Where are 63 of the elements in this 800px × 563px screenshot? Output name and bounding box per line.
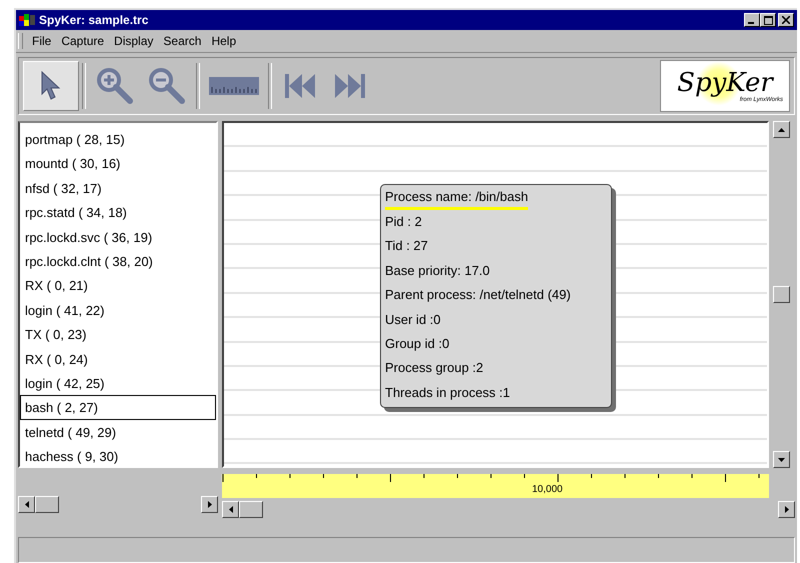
zoom-out-icon (147, 66, 187, 106)
process-item[interactable]: nfsd ( 32, 17) (20, 176, 216, 200)
scroll-thumb[interactable] (239, 501, 263, 518)
zoom-in-icon (95, 66, 135, 106)
scroll-left-button[interactable] (18, 496, 35, 513)
tooltip-title: Process name: /bin/bash (385, 187, 528, 210)
menu-item[interactable]: File (31, 34, 52, 48)
process-item[interactable]: RX ( 0, 21) (20, 273, 216, 298)
up-arrow-icon (778, 128, 785, 132)
right-arrow-icon (784, 506, 788, 513)
process-item[interactable]: rpc.statd ( 34, 18) (20, 200, 216, 225)
down-arrow-icon (778, 458, 785, 462)
tooltip-line: Parent process: /net/telnetd (49) (385, 286, 572, 304)
left-arrow-icon (228, 506, 232, 513)
tooltip-line: Threads in process :1 (385, 384, 512, 402)
menu-item[interactable]: Help (210, 34, 238, 48)
tooltip-line: Tid : 27 (385, 237, 429, 256)
tooltip-line: Process group :2 (385, 359, 484, 378)
tooltip-line: Group id :0 (385, 335, 450, 354)
menu-item[interactable]: Capture (60, 34, 106, 48)
scroll-thumb[interactable] (35, 496, 59, 513)
maximize-icon (764, 16, 772, 24)
ruler-label: 10,000 (532, 484, 563, 495)
tooltip-line: Base priority: 17.0 (385, 262, 491, 280)
menu-item[interactable]: Display (113, 34, 154, 48)
scroll-thumb[interactable] (773, 286, 790, 303)
menu-item[interactable]: Search (162, 34, 202, 48)
window-title: SpyKer: sample.trc (39, 13, 148, 27)
menu-grip (18, 33, 23, 49)
pointer-icon (40, 71, 62, 101)
maximize-button[interactable] (760, 13, 776, 27)
close-icon (782, 16, 790, 24)
process-item[interactable]: mountd ( 30, 16) (20, 151, 216, 176)
left-arrow-icon (24, 501, 28, 508)
process-item[interactable]: TX ( 0, 23) (20, 322, 216, 347)
process-item[interactable]: RX ( 0, 24) (20, 346, 216, 371)
scroll-right-button[interactable] (778, 501, 795, 518)
tooltip-line: User id :0 (385, 310, 442, 329)
process-item[interactable]: rpc.lockd.svc ( 36, 19) (20, 224, 216, 249)
minimize-button[interactable] (744, 13, 760, 27)
horizontal-scrollbar[interactable] (18, 496, 218, 513)
process-item[interactable]: login ( 41, 22) (20, 298, 216, 322)
skip-back-icon (284, 72, 316, 100)
scroll-up-button[interactable] (773, 121, 790, 138)
horizontal-scrollbar[interactable] (222, 501, 795, 518)
process-item[interactable]: hachess ( 9, 30) (20, 444, 216, 468)
skip-forward-icon (334, 72, 366, 100)
right-arrow-icon (208, 501, 212, 508)
logo-name: SpyKer (677, 69, 773, 97)
process-item[interactable]: portmap ( 28, 15) (20, 127, 216, 152)
close-button[interactable] (778, 13, 794, 27)
tooltip-line: Pid : 2 (385, 213, 423, 231)
scroll-left-button[interactable] (222, 501, 239, 518)
process-item[interactable]: login ( 42, 25) (20, 370, 216, 396)
vertical-scrollbar[interactable] (773, 121, 790, 468)
process-item[interactable]: telnetd ( 49, 29) (20, 420, 216, 444)
app-icon (19, 13, 35, 27)
scroll-down-button[interactable] (773, 451, 790, 468)
scroll-right-button[interactable] (201, 496, 218, 513)
process-item[interactable]: bash ( 2, 27) (20, 395, 216, 420)
ruler-icon (209, 77, 259, 95)
process-item[interactable]: rpc.lockd.clnt ( 38, 20) (20, 248, 216, 274)
pointer-tool-button[interactable] (23, 61, 79, 111)
